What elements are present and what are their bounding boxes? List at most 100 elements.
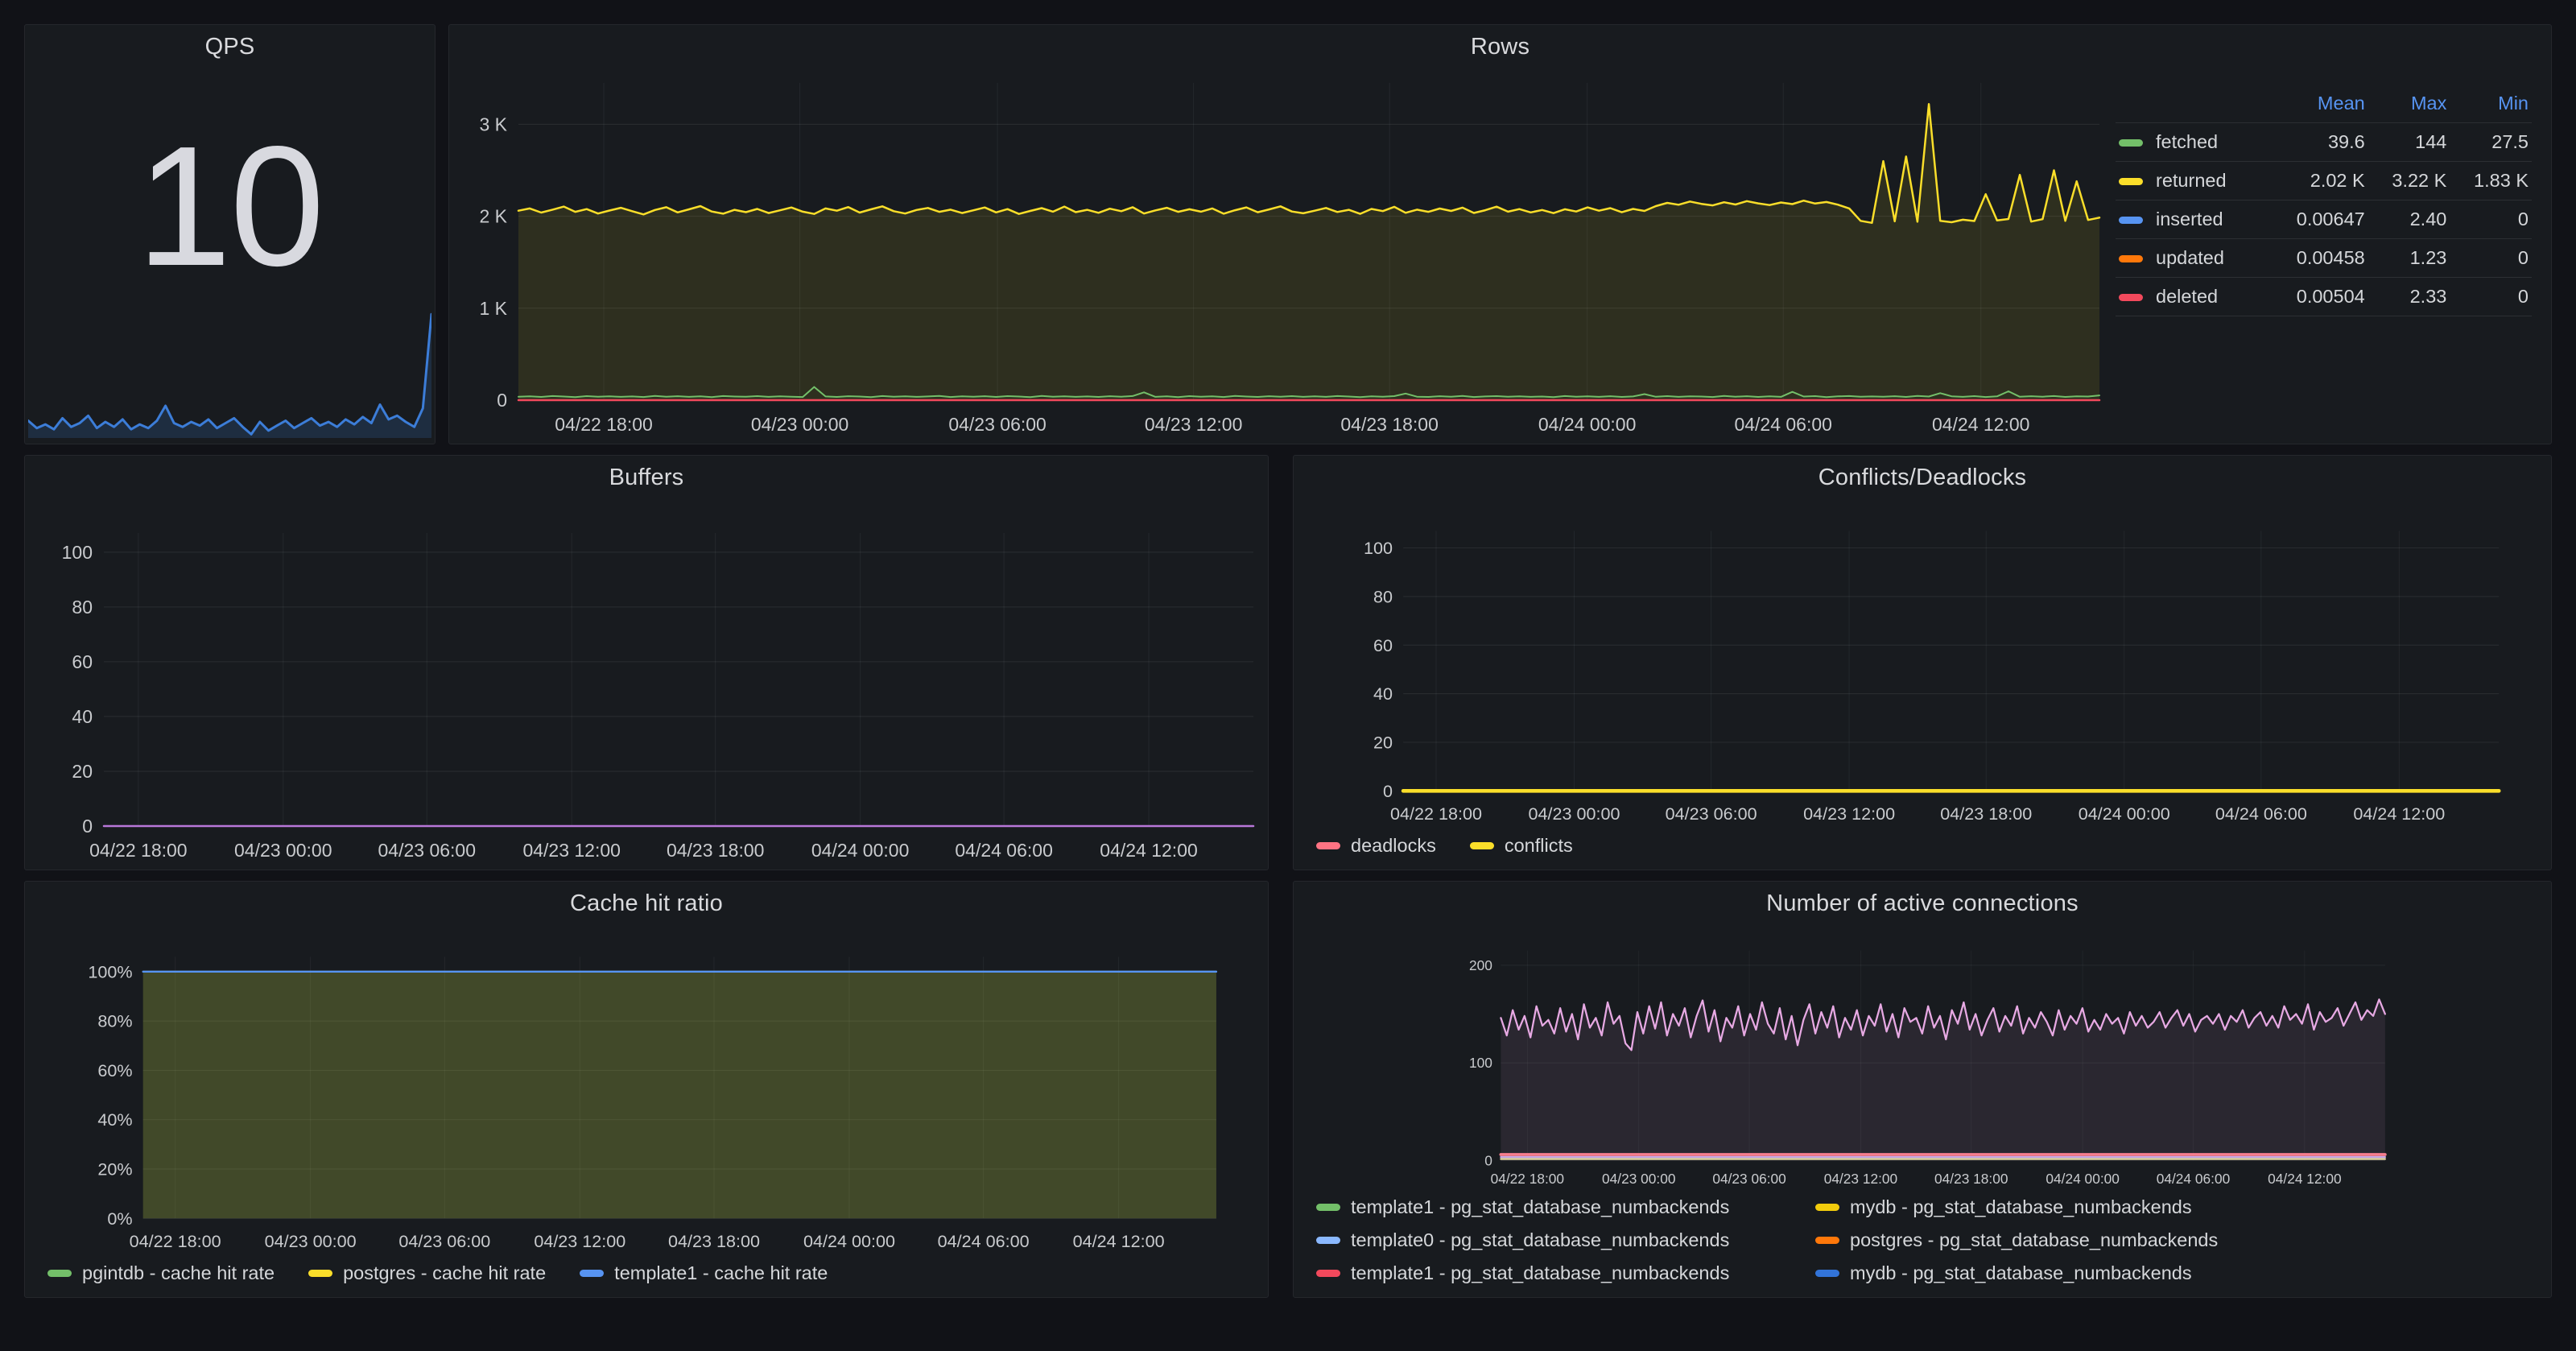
- panel-title-connections[interactable]: Number of active connections: [1294, 882, 2551, 925]
- legend-series-name[interactable]: updated: [2156, 247, 2224, 268]
- legend-table-row: inserted0.006472.400: [2116, 200, 2532, 239]
- legend-series-name[interactable]: returned: [2156, 170, 2227, 191]
- legend-label: postgres - pg_stat_database_numbackends: [1850, 1229, 2218, 1251]
- y-tick-label: 60%: [97, 1060, 132, 1080]
- cache-chart-wrap: 04/22 18:0004/23 00:0004/23 06:0004/23 1…: [25, 925, 1268, 1297]
- legend-table-value-min: 0: [2450, 200, 2532, 239]
- legend-item[interactable]: deadlocks: [1316, 835, 1436, 857]
- legend-item[interactable]: template1 - pg_stat_database_numbackends: [1316, 1196, 1781, 1218]
- connections-chart[interactable]: 04/22 18:0004/23 00:0004/23 06:0004/23 1…: [1294, 925, 2551, 1193]
- x-tick-label: 04/23 06:00: [398, 1231, 490, 1251]
- legend-item[interactable]: template1 - pg_stat_database_numbackends: [1316, 1262, 1781, 1284]
- x-tick-label: 04/22 18:00: [89, 840, 188, 861]
- legend-swatch: [2119, 294, 2143, 301]
- legend-item[interactable]: conflicts: [1470, 835, 1573, 857]
- legend-table-row: deleted0.005042.330: [2116, 278, 2532, 316]
- x-tick-label: 04/23 18:00: [1934, 1171, 2008, 1187]
- y-tick-label: 80: [72, 597, 93, 618]
- x-tick-label: 04/23 00:00: [234, 840, 332, 861]
- y-tick-label: 1 K: [479, 298, 507, 319]
- x-tick-label: 04/22 18:00: [1491, 1171, 1564, 1187]
- x-tick-label: 04/24 06:00: [938, 1231, 1030, 1251]
- y-tick-label: 80%: [97, 1011, 132, 1031]
- legend-table-row: updated0.004581.230: [2116, 239, 2532, 278]
- series-fill: [143, 972, 1216, 1218]
- x-tick-label: 04/24 12:00: [2268, 1171, 2341, 1187]
- y-tick-label: 60: [72, 651, 93, 672]
- x-tick-label: 04/23 00:00: [1602, 1171, 1675, 1187]
- x-tick-label: 04/23 06:00: [378, 840, 477, 861]
- series-line-qps: [28, 314, 431, 434]
- x-tick-label: 04/23 18:00: [1940, 804, 2032, 824]
- x-tick-label: 04/24 00:00: [803, 1231, 895, 1251]
- panel-title-conflicts[interactable]: Conflicts/Deadlocks: [1294, 456, 2551, 499]
- grafana-dashboard: QPS 10 Rows 04/22 18:0004/23 00:0004/23 …: [0, 0, 2576, 1351]
- qps-sparkline[interactable]: [28, 304, 431, 440]
- y-tick-label: 100: [1364, 538, 1393, 558]
- legend-table-value-mean: 2.02 K: [2268, 162, 2368, 200]
- legend-label: deadlocks: [1351, 835, 1436, 857]
- legend-label: pgintdb - cache hit rate: [82, 1262, 275, 1284]
- legend-item[interactable]: template0 - pg_stat_database_numbackends: [1316, 1229, 1781, 1251]
- legend-item[interactable]: mydb - pg_stat_database_numbackends: [1815, 1196, 2218, 1218]
- cache-chart[interactable]: 04/22 18:0004/23 00:0004/23 06:0004/23 1…: [25, 925, 1268, 1259]
- legend-table-header-max[interactable]: Max: [2368, 85, 2450, 123]
- conflicts-chart[interactable]: 04/22 18:0004/23 00:0004/23 06:0004/23 1…: [1294, 499, 2551, 832]
- y-tick-label: 3 K: [479, 114, 507, 134]
- legend-item[interactable]: postgres - pg_stat_database_numbackends: [1815, 1229, 2218, 1251]
- legend-table-row: fetched39.614427.5: [2116, 123, 2532, 162]
- x-tick-label: 04/23 18:00: [1340, 414, 1439, 435]
- conflicts-chart-wrap: 04/22 18:0004/23 00:0004/23 06:0004/23 1…: [1294, 499, 2551, 870]
- y-tick-label: 80: [1373, 586, 1393, 606]
- rows-chart[interactable]: 04/22 18:0004/23 00:0004/23 06:0004/23 1…: [449, 68, 2112, 444]
- connections-legend: template1 - pg_stat_database_numbackends…: [1294, 1193, 2551, 1297]
- legend-item[interactable]: template1 - cache hit rate: [580, 1262, 828, 1284]
- buffers-chart[interactable]: 04/22 18:0004/23 00:0004/23 06:0004/23 1…: [25, 499, 1268, 870]
- legend-table-value-max: 144: [2368, 123, 2450, 162]
- legend-table-value-min: 27.5: [2450, 123, 2532, 162]
- legend-swatch: [1316, 1270, 1340, 1277]
- x-tick-label: 04/24 06:00: [2215, 804, 2307, 824]
- legend-item[interactable]: postgres - cache hit rate: [308, 1262, 546, 1284]
- y-tick-label: 0: [1484, 1152, 1492, 1168]
- x-tick-label: 04/23 12:00: [1803, 804, 1895, 824]
- rows-chart-area: 04/22 18:0004/23 00:0004/23 06:0004/23 1…: [449, 68, 2112, 444]
- legend-table-series: returned: [2116, 162, 2268, 200]
- legend-series-name[interactable]: inserted: [2156, 209, 2223, 229]
- y-tick-label: 100%: [88, 961, 132, 981]
- legend-table-header-mean[interactable]: Mean: [2268, 85, 2368, 123]
- legend-swatch: [308, 1270, 332, 1277]
- panel-title-rows[interactable]: Rows: [449, 25, 2551, 68]
- legend-table-header-min[interactable]: Min: [2450, 85, 2532, 123]
- y-tick-label: 60: [1373, 635, 1393, 655]
- legend-swatch: [2119, 178, 2143, 185]
- legend-item[interactable]: mydb - pg_stat_database_numbackends: [1815, 1262, 2218, 1284]
- panel-title-cache[interactable]: Cache hit ratio: [25, 882, 1268, 925]
- series-line-returned: [518, 104, 2099, 222]
- legend-label: template1 - cache hit rate: [614, 1262, 828, 1284]
- y-tick-label: 200: [1469, 957, 1492, 973]
- x-tick-label: 04/24 12:00: [1932, 414, 2030, 435]
- legend-item[interactable]: pgintdb - cache hit rate: [47, 1262, 275, 1284]
- legend-series-name[interactable]: deleted: [2156, 286, 2218, 307]
- x-tick-label: 04/22 18:00: [1390, 804, 1482, 824]
- legend-table-value-max: 2.40: [2368, 200, 2450, 239]
- x-tick-label: 04/23 06:00: [948, 414, 1046, 435]
- panel-title-buffers[interactable]: Buffers: [25, 456, 1268, 499]
- y-tick-label: 0%: [107, 1208, 132, 1229]
- legend-series-name[interactable]: fetched: [2156, 131, 2218, 152]
- y-tick-label: 40%: [97, 1109, 132, 1130]
- legend-table-value-mean: 0.00458: [2268, 239, 2368, 278]
- legend-swatch: [47, 1270, 72, 1277]
- x-tick-label: 04/23 00:00: [1528, 804, 1620, 824]
- legend-table-value-min: 0: [2450, 278, 2532, 316]
- y-tick-label: 20%: [97, 1159, 132, 1180]
- legend-table-series: fetched: [2116, 123, 2268, 162]
- y-tick-label: 0: [1383, 781, 1393, 801]
- panel-title-qps[interactable]: QPS: [25, 25, 435, 68]
- x-tick-label: 04/24 00:00: [811, 840, 910, 861]
- cache-legend: pgintdb - cache hit rate postgres - cache…: [25, 1259, 1268, 1297]
- legend-swatch: [1316, 842, 1340, 849]
- y-tick-label: 40: [1373, 684, 1393, 704]
- x-tick-label: 04/23 12:00: [1824, 1171, 1897, 1187]
